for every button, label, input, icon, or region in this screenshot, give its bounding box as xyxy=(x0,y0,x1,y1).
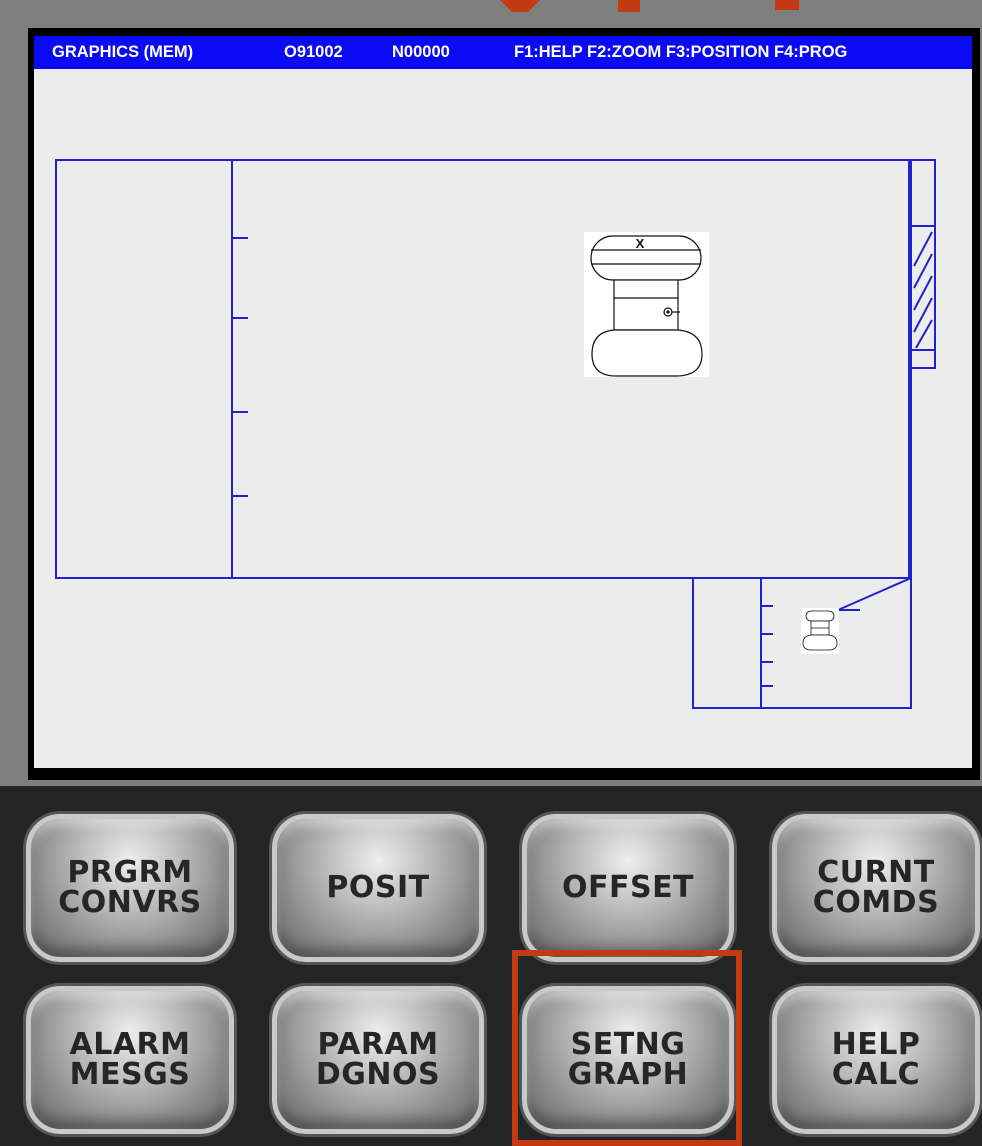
alarm-mesgs-button[interactable]: ALARM MESGS xyxy=(26,986,234,1134)
curnt-comds-button[interactable]: CURNT COMDS xyxy=(772,814,980,962)
minimap-tool-icon xyxy=(801,608,839,654)
offset-button[interactable]: OFFSET xyxy=(522,814,734,962)
machine-graphics: X xyxy=(55,159,936,709)
key-label: ALARM MESGS xyxy=(69,1027,191,1092)
posit-button[interactable]: POSIT xyxy=(272,814,484,962)
key-label: CURNT COMDS xyxy=(812,855,940,920)
key-label: OFFSET xyxy=(561,870,695,905)
help-calc-button[interactable]: HELP CALC xyxy=(772,986,980,1134)
prgrm-convrs-button[interactable]: PRGRM CONVRS xyxy=(26,814,234,962)
key-label: PARAM DGNOS xyxy=(315,1027,441,1092)
cnc-screen: GRAPHICS (MEM) O91002 N00000 F1:HELP F2:… xyxy=(28,28,980,780)
machine-table xyxy=(55,159,910,579)
param-dgnos-button[interactable]: PARAM DGNOS xyxy=(272,986,484,1134)
tool-marker-label: X xyxy=(636,236,645,251)
key-label: SETNG GRAPH xyxy=(567,1027,689,1092)
key-label: HELP CALC xyxy=(831,1027,921,1092)
control-keypad: PRGRM CONVRS POSIT OFFSET CURNT COMDS AL… xyxy=(0,786,982,1146)
top-red-marks xyxy=(500,0,799,12)
graphics-display: GRAPHICS (MEM) O91002 N00000 F1:HELP F2:… xyxy=(34,36,972,768)
key-label: POSIT xyxy=(326,870,430,905)
setng-graph-button[interactable]: SETNG GRAPH xyxy=(522,986,734,1134)
key-label: PRGRM CONVRS xyxy=(58,855,202,920)
tool-head-icon xyxy=(584,232,709,377)
